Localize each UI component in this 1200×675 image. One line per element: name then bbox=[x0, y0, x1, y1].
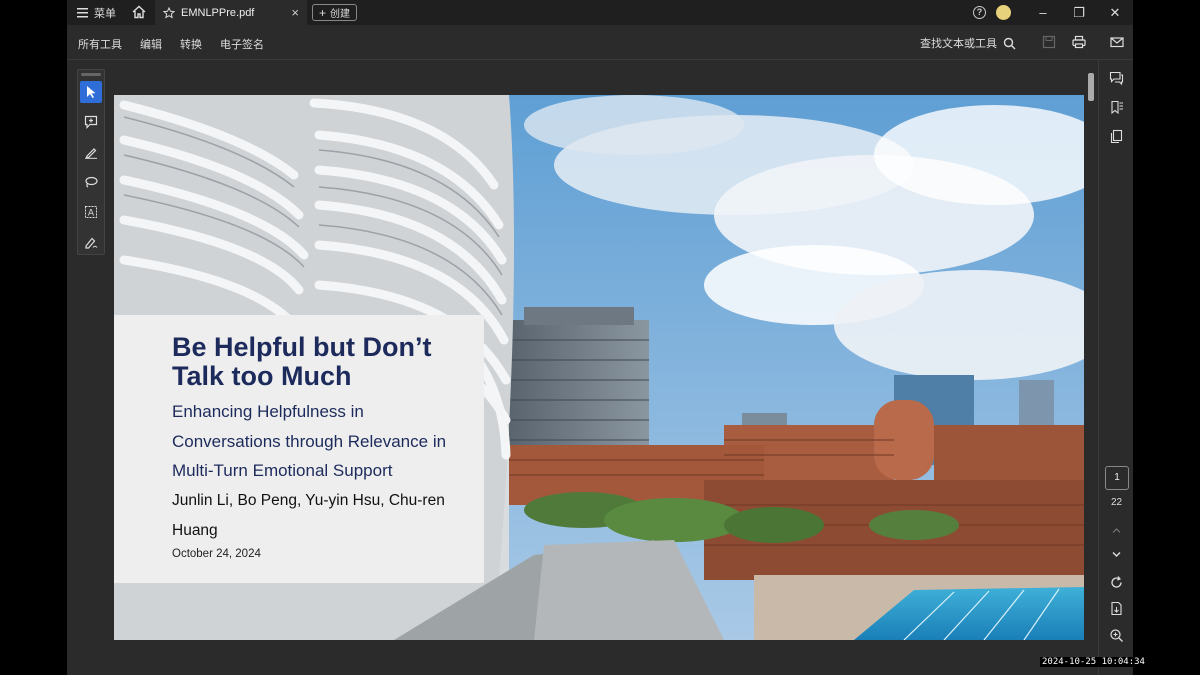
close-window-icon[interactable]: ✕ bbox=[1097, 5, 1133, 21]
slide-date: October 24, 2024 bbox=[172, 548, 261, 560]
vertical-scrollbar[interactable] bbox=[1086, 70, 1096, 650]
total-pages: 22 bbox=[1110, 497, 1123, 508]
title-card: Be Helpful but Don’t Talk too Much Enhan… bbox=[114, 315, 484, 583]
find-label: 查找文本或工具 bbox=[920, 38, 997, 50]
menu-button[interactable]: 菜单 bbox=[77, 5, 116, 21]
close-tab-icon[interactable]: × bbox=[291, 5, 299, 20]
cursor-icon bbox=[87, 86, 96, 98]
chevron-up-icon[interactable] bbox=[1109, 523, 1124, 538]
toolbar-item-esign[interactable]: 电子签名 bbox=[220, 36, 264, 52]
comments-icon[interactable] bbox=[1109, 71, 1124, 86]
pdf-viewer-window: 菜单 EMNLPPre.pdf × + 创建 ? – ❐ ✕ 所有工具 编辑 转… bbox=[67, 0, 1133, 675]
tab-title: EMNLPPre.pdf bbox=[181, 6, 255, 19]
pdf-page[interactable]: Be Helpful but Don’t Talk too Much Enhan… bbox=[114, 95, 1084, 640]
menu-label: 菜单 bbox=[94, 8, 116, 20]
zoom-in-icon[interactable] bbox=[1109, 628, 1124, 643]
star-icon[interactable] bbox=[163, 6, 175, 19]
chevron-down-icon[interactable] bbox=[1109, 547, 1124, 562]
svg-text:A: A bbox=[88, 209, 95, 219]
bookmark-icon[interactable] bbox=[1109, 100, 1124, 115]
slide-title: Be Helpful but Don’t Talk too Much bbox=[172, 332, 432, 391]
plus-icon: + bbox=[319, 5, 327, 20]
slide-authors: Junlin Li, Bo Peng, Yu-yin Hsu, Chu-ren … bbox=[172, 492, 445, 539]
slide-subtitle: Enhancing Helpfulness in Conversations t… bbox=[172, 402, 447, 480]
scrollbar-thumb[interactable] bbox=[1088, 73, 1094, 101]
right-sidebar: 1 22 bbox=[1098, 60, 1133, 675]
home-icon[interactable] bbox=[131, 4, 147, 20]
system-timestamp: 2024-10-25 10:04:34 bbox=[1040, 657, 1147, 667]
sign-tool[interactable] bbox=[80, 231, 102, 253]
window-controls: – ❐ ✕ bbox=[1025, 0, 1133, 25]
lasso-icon bbox=[85, 176, 98, 188]
toolbar-item-edit[interactable]: 编辑 bbox=[140, 36, 162, 52]
maximize-icon[interactable]: ❐ bbox=[1061, 5, 1097, 21]
help-icon[interactable]: ? bbox=[973, 6, 986, 19]
save-icon[interactable] bbox=[1042, 35, 1056, 49]
pages-icon[interactable] bbox=[1109, 129, 1124, 144]
select-tool[interactable] bbox=[80, 81, 102, 103]
highlight-tool[interactable] bbox=[80, 141, 102, 163]
find-tools-button[interactable]: 查找文本或工具 bbox=[920, 35, 1016, 51]
left-tool-panel: A bbox=[77, 69, 105, 255]
create-label: 创建 bbox=[330, 9, 351, 20]
create-button[interactable]: + 创建 bbox=[312, 4, 358, 21]
title-bar: 菜单 EMNLPPre.pdf × + 创建 ? – ❐ ✕ bbox=[67, 0, 1133, 25]
main-toolbar: 所有工具 编辑 转换 电子签名 查找文本或工具 bbox=[67, 25, 1133, 60]
rotate-icon[interactable] bbox=[1109, 575, 1124, 590]
panel-grip[interactable] bbox=[81, 73, 101, 76]
print-icon[interactable] bbox=[1072, 35, 1086, 49]
search-icon bbox=[1003, 37, 1016, 49]
comment-tool[interactable] bbox=[80, 111, 102, 133]
current-page-field[interactable]: 1 bbox=[1105, 466, 1129, 490]
toolbar-item-convert[interactable]: 转换 bbox=[180, 36, 202, 52]
hamburger-icon bbox=[77, 8, 88, 18]
page-fit-icon[interactable] bbox=[1109, 601, 1124, 616]
mail-icon[interactable] bbox=[1110, 35, 1124, 49]
minimize-icon[interactable]: – bbox=[1025, 5, 1061, 20]
add-comment-icon bbox=[84, 115, 98, 129]
avatar[interactable] bbox=[996, 5, 1011, 20]
text-box-tool[interactable]: A bbox=[80, 201, 102, 223]
draw-tool[interactable] bbox=[80, 171, 102, 193]
toolbar-item-all-tools[interactable]: 所有工具 bbox=[78, 36, 122, 52]
text-box-icon: A bbox=[85, 206, 97, 219]
document-tab[interactable]: EMNLPPre.pdf × bbox=[155, 0, 307, 25]
signature-icon bbox=[85, 237, 98, 249]
pen-icon bbox=[85, 148, 97, 159]
